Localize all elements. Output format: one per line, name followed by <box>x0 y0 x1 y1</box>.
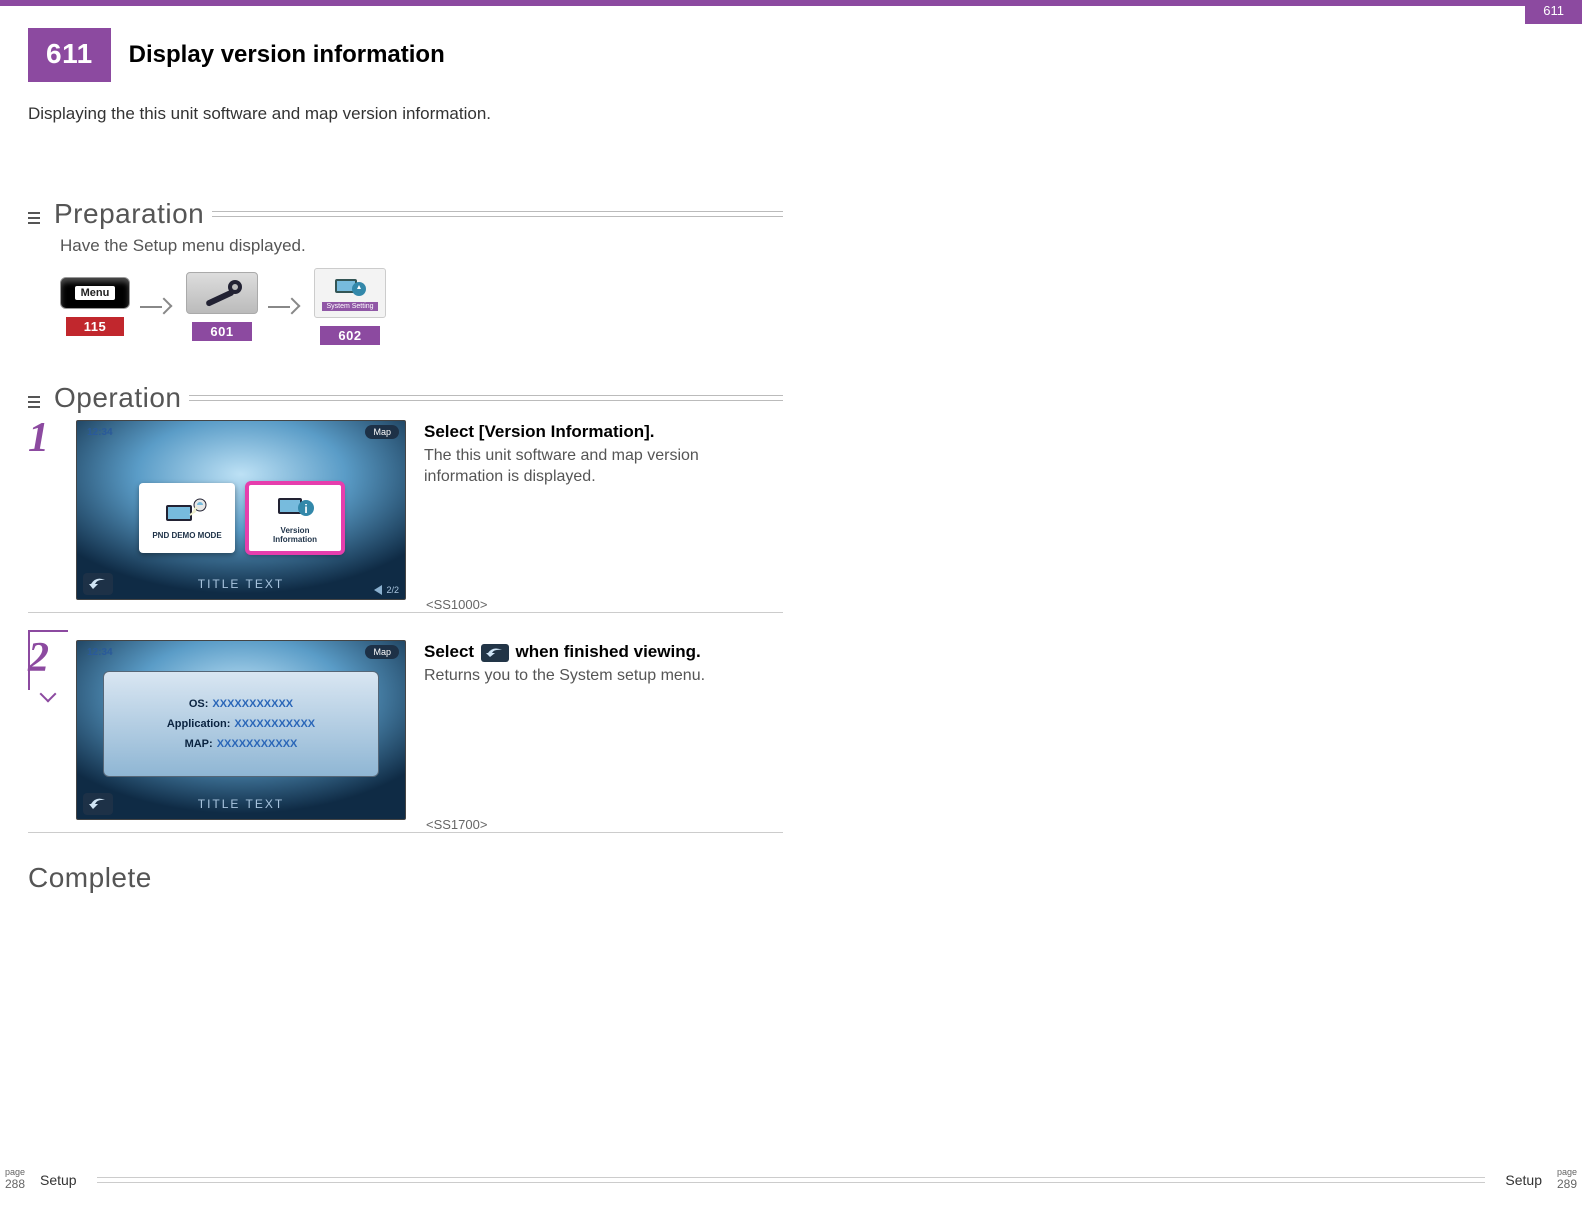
footer-rule <box>97 1175 1486 1185</box>
map-value: XXXXXXXXXXX <box>217 738 298 750</box>
footer-chapter-left: Setup <box>40 1172 77 1188</box>
pnd-demo-button[interactable]: PND DEMO MODE <box>139 483 235 553</box>
pnd-demo-label: PND DEMO MODE <box>152 531 221 540</box>
step-connector <box>28 630 68 690</box>
footer-page-right-num: 289 <box>1552 1178 1582 1191</box>
menu-button[interactable]: Menu <box>60 277 130 309</box>
preparation-text: Have the Setup menu displayed. <box>60 236 306 256</box>
complete-heading: Complete <box>28 862 152 894</box>
step-1: 1 12:34 Map PND DEMO MODE <box>28 420 783 613</box>
pager-text: 2/2 <box>386 585 399 595</box>
ss2-back-button[interactable] <box>83 793 113 815</box>
arrow-icon <box>140 292 176 322</box>
ss1-map-button[interactable]: Map <box>365 425 399 439</box>
ss1-pager[interactable]: 2/2 <box>374 585 399 595</box>
menu-button-label: Menu <box>75 286 116 300</box>
settings-button[interactable] <box>186 272 258 314</box>
version-panel: OS:XXXXXXXXXXX Application:XXXXXXXXXXX M… <box>103 671 379 777</box>
step-1-description: The this unit software and map version i… <box>424 446 744 488</box>
preparation-icons: Menu 115 601 System Setting 602 <box>60 268 386 345</box>
version-info-button[interactable]: i Version Information <box>247 483 343 553</box>
ref-602[interactable]: 602 <box>320 326 379 345</box>
step-2-instruction-prefix: Select <box>424 642 479 661</box>
footer-chapter-right: Setup <box>1505 1172 1542 1188</box>
heading-bars-icon <box>28 212 40 217</box>
back-icon-inline <box>481 644 509 662</box>
heading-rule <box>212 209 783 219</box>
top-bar <box>0 0 1582 6</box>
step-1-number: 1 <box>28 414 68 600</box>
preparation-heading: Preparation <box>28 198 783 230</box>
back-arrow-icon <box>89 798 107 810</box>
svg-text:i: i <box>304 502 307 516</box>
preparation-label: Preparation <box>46 198 212 230</box>
step-1-screen-ref: <SS1000> <box>426 597 487 612</box>
step-1-instruction: Select [Version Information]. <box>424 422 783 442</box>
pager-prev-icon <box>374 585 382 595</box>
heading-bars-icon <box>28 396 40 401</box>
heading-rule <box>189 393 783 403</box>
info-icon: i <box>270 492 320 522</box>
ref-115[interactable]: 115 <box>66 317 124 336</box>
version-info-label-2: Information <box>273 535 317 544</box>
ss1-clock: 12:34 <box>87 427 113 438</box>
ss2-map-button[interactable]: Map <box>365 645 399 659</box>
device-icon <box>162 497 212 527</box>
ref-601[interactable]: 601 <box>192 322 251 341</box>
step-1-screenshot: 12:34 Map PND DEMO MODE <box>76 420 406 600</box>
step-2-instruction-suffix: when finished viewing. <box>516 642 701 661</box>
os-value: XXXXXXXXXXX <box>212 698 293 710</box>
system-icon <box>333 275 367 299</box>
ss2-clock: 12:34 <box>87 647 113 658</box>
step-2-screenshot: 12:34 Map OS:XXXXXXXXXXX Application:XXX… <box>76 640 406 820</box>
version-info-label-1: Version <box>281 526 310 535</box>
section-number: 611 <box>28 28 111 82</box>
back-arrow-icon <box>89 578 107 590</box>
map-label: MAP: <box>185 738 213 750</box>
operation-heading: Operation <box>28 382 783 414</box>
footer-page-left-num: 288 <box>0 1178 30 1191</box>
arrow-icon <box>268 292 304 322</box>
step-2-screen-ref: <SS1700> <box>426 817 487 832</box>
header: 611 Display version information <box>28 28 445 82</box>
ss2-title: TITLE TEXT <box>198 797 284 811</box>
ss1-back-button[interactable] <box>83 573 113 595</box>
app-value: XXXXXXXXXXX <box>234 718 315 730</box>
ss1-title: TITLE TEXT <box>198 577 284 591</box>
prep-icon-menu: Menu 115 <box>60 277 130 336</box>
footer-page-left: page 288 <box>0 1168 30 1191</box>
step-2-description: Returns you to the System setup menu. <box>424 666 744 687</box>
footer: page 288 Setup Setup page 289 <box>0 1165 1582 1195</box>
system-setting-button[interactable]: System Setting <box>314 268 386 318</box>
app-label: Application: <box>167 718 231 730</box>
system-button-label: System Setting <box>322 302 377 311</box>
step-2-instruction: Select when finished viewing. <box>424 642 783 662</box>
footer-page-right: page 289 <box>1552 1168 1582 1191</box>
wrench-icon <box>197 277 249 311</box>
step-2: 2 12:34 Map OS:XXXXXXXXXXX Application:X… <box>28 640 783 833</box>
intro-text: Displaying the this unit software and ma… <box>28 104 491 124</box>
os-label: OS: <box>189 698 209 710</box>
prep-icon-tool: 601 <box>186 272 258 341</box>
section-title: Display version information <box>129 41 445 69</box>
prep-icon-system: System Setting 602 <box>314 268 386 345</box>
operation-label: Operation <box>46 382 189 414</box>
top-page-tab: 611 <box>1525 0 1582 24</box>
